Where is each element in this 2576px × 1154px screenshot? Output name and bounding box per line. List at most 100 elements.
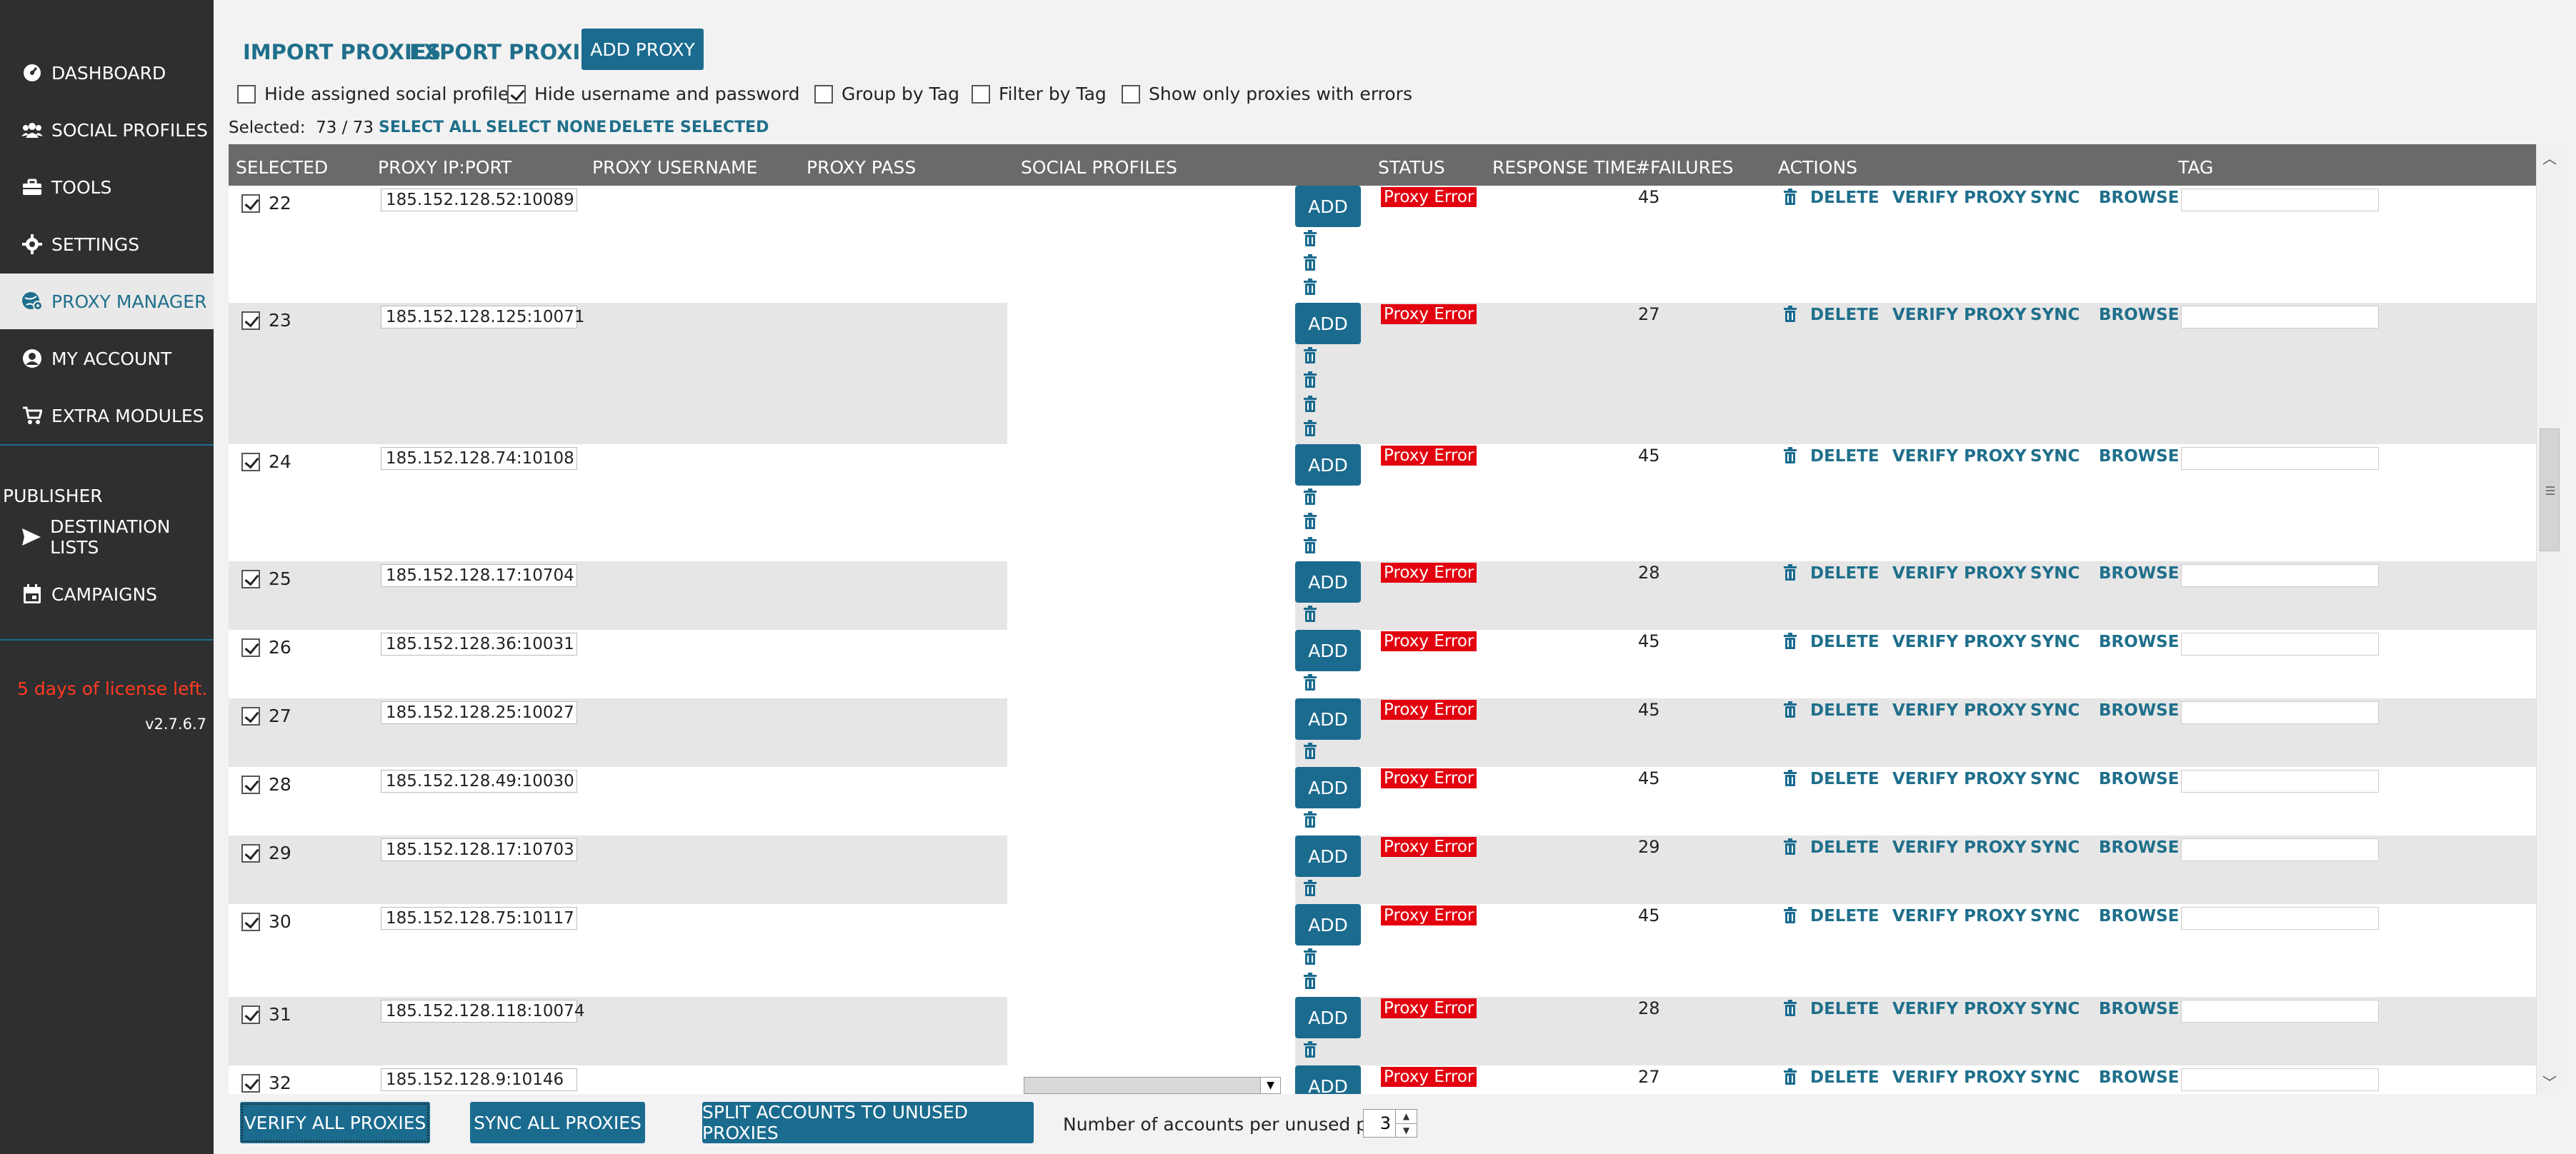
sync-proxy-button[interactable]: SYNC xyxy=(2030,306,2080,324)
trash-icon[interactable] xyxy=(1782,633,1799,653)
trash-icon[interactable] xyxy=(1782,447,1799,467)
remove-profile-icon[interactable] xyxy=(1302,1041,1319,1060)
tag-input[interactable] xyxy=(2181,306,2379,328)
filter-by-tag-checkbox[interactable] xyxy=(972,84,990,104)
social-profile-dropdown[interactable]: ▼ xyxy=(1024,1077,1281,1094)
export-proxies-button[interactable]: EXPORT PROXIES xyxy=(409,40,609,64)
verify-proxy-button[interactable]: VERIFY PROXY xyxy=(1892,633,2027,651)
browse-proxy-button[interactable]: BROWSE xyxy=(2099,189,2179,207)
proxy-ip-port-field[interactable]: 185.152.128.25:10027 xyxy=(381,701,577,724)
delete-proxy-button[interactable]: DELETE xyxy=(1810,1068,1879,1087)
delete-proxy-button[interactable]: DELETE xyxy=(1810,564,1879,583)
add-social-profile-button[interactable]: ADD xyxy=(1295,997,1361,1038)
col-selected[interactable]: SELECTED xyxy=(236,157,328,178)
col-tag[interactable]: TAG xyxy=(2178,157,2213,178)
sync-proxy-button[interactable]: SYNC xyxy=(2030,770,2080,788)
tag-input[interactable] xyxy=(2181,633,2379,656)
verify-proxy-button[interactable]: VERIFY PROXY xyxy=(1892,770,2027,788)
remove-profile-icon[interactable] xyxy=(1302,811,1319,830)
remove-profile-icon[interactable] xyxy=(1302,396,1319,414)
browse-proxy-button[interactable]: BROWSE xyxy=(2099,564,2179,583)
sync-all-proxies-button[interactable]: SYNC ALL PROXIES xyxy=(470,1102,645,1143)
trash-icon[interactable] xyxy=(1782,701,1799,721)
add-social-profile-button[interactable]: ADD xyxy=(1295,444,1361,486)
sync-proxy-button[interactable]: SYNC xyxy=(2030,189,2080,207)
remove-profile-icon[interactable] xyxy=(1302,230,1319,249)
add-social-profile-button[interactable]: ADD xyxy=(1295,1065,1361,1094)
col-actions[interactable]: ACTIONS xyxy=(1778,157,1857,178)
tag-input[interactable] xyxy=(2181,907,2379,930)
row-select-checkbox[interactable] xyxy=(241,1073,260,1093)
scroll-up-icon[interactable]: ︿ xyxy=(2537,144,2562,170)
delete-proxy-button[interactable]: DELETE xyxy=(1810,701,1879,720)
tag-input[interactable] xyxy=(2181,1068,2379,1091)
sync-proxy-button[interactable]: SYNC xyxy=(2030,1068,2080,1087)
col-response-time[interactable]: RESPONSE TIME xyxy=(1492,157,1637,178)
hide-credentials-checkbox[interactable] xyxy=(507,84,526,104)
sync-proxy-button[interactable]: SYNC xyxy=(2030,701,2080,720)
proxy-ip-port-field[interactable]: 185.152.128.17:10704 xyxy=(381,564,577,587)
delete-proxy-button[interactable]: DELETE xyxy=(1810,770,1879,788)
verify-proxy-button[interactable]: VERIFY PROXY xyxy=(1892,564,2027,583)
hide-assigned-checkbox[interactable] xyxy=(237,84,256,104)
row-select-checkbox[interactable] xyxy=(241,775,260,794)
delete-proxy-button[interactable]: DELETE xyxy=(1810,447,1879,466)
row-select-checkbox[interactable] xyxy=(241,912,260,931)
proxy-ip-port-field[interactable]: 185.152.128.52:10089 xyxy=(381,189,577,211)
tag-input[interactable] xyxy=(2181,701,2379,724)
row-select-checkbox[interactable] xyxy=(241,706,260,726)
remove-profile-icon[interactable] xyxy=(1302,488,1319,507)
verify-all-proxies-button[interactable]: VERIFY ALL PROXIES xyxy=(240,1102,430,1143)
delete-selected-button[interactable]: DELETE SELECTED xyxy=(609,119,769,136)
remove-profile-icon[interactable] xyxy=(1302,948,1319,967)
col-ip-port[interactable]: PROXY IP:PORT xyxy=(378,157,511,178)
trash-icon[interactable] xyxy=(1782,306,1799,326)
add-social-profile-button[interactable]: ADD xyxy=(1295,698,1361,740)
trash-icon[interactable] xyxy=(1782,770,1799,790)
proxy-ip-port-field[interactable]: 185.152.128.17:10703 xyxy=(381,838,577,861)
sidebar-item-extra-modules[interactable]: EXTRA MODULES xyxy=(0,388,214,443)
browse-proxy-button[interactable]: BROWSE xyxy=(2099,1000,2179,1018)
browse-proxy-button[interactable]: BROWSE xyxy=(2099,447,2179,466)
trash-icon[interactable] xyxy=(1782,907,1799,927)
sync-proxy-button[interactable]: SYNC xyxy=(2030,907,2080,925)
tag-input[interactable] xyxy=(2181,838,2379,861)
sync-proxy-button[interactable]: SYNC xyxy=(2030,838,2080,857)
chevron-down-icon[interactable]: ▼ xyxy=(1260,1078,1280,1093)
row-select-checkbox[interactable] xyxy=(241,638,260,657)
verify-proxy-button[interactable]: VERIFY PROXY xyxy=(1892,189,2027,207)
tag-input[interactable] xyxy=(2181,1000,2379,1023)
browse-proxy-button[interactable]: BROWSE xyxy=(2099,770,2179,788)
verify-proxy-button[interactable]: VERIFY PROXY xyxy=(1892,907,2027,925)
row-select[interactable]: 24 xyxy=(241,451,291,472)
verify-proxy-button[interactable]: VERIFY PROXY xyxy=(1892,447,2027,466)
tag-input[interactable] xyxy=(2181,189,2379,211)
remove-profile-icon[interactable] xyxy=(1302,254,1319,273)
accounts-per-proxy-stepper[interactable]: 3 ▲ ▼ xyxy=(1363,1109,1417,1138)
add-social-profile-button[interactable]: ADD xyxy=(1295,186,1361,227)
remove-profile-icon[interactable] xyxy=(1302,420,1319,438)
row-select-checkbox[interactable] xyxy=(241,194,260,213)
trash-icon[interactable] xyxy=(1782,1000,1799,1020)
remove-profile-icon[interactable] xyxy=(1302,537,1319,556)
trash-icon[interactable] xyxy=(1782,564,1799,584)
browse-proxy-button[interactable]: BROWSE xyxy=(2099,701,2179,720)
row-select-checkbox[interactable] xyxy=(241,311,260,330)
sidebar-item-settings[interactable]: SETTINGS xyxy=(0,216,214,272)
only-errors-filter[interactable]: Show only proxies with errors xyxy=(1122,84,1412,104)
col-social-profiles[interactable]: SOCIAL PROFILES xyxy=(1021,157,1177,178)
sidebar-item-proxy-manager[interactable]: PROXY MANAGER xyxy=(0,274,214,329)
row-select[interactable]: 27 xyxy=(241,706,291,726)
tag-input[interactable] xyxy=(2181,564,2379,587)
trash-icon[interactable] xyxy=(1782,838,1799,858)
proxy-ip-port-field[interactable]: 185.152.128.75:10117 xyxy=(381,907,577,930)
delete-proxy-button[interactable]: DELETE xyxy=(1810,1000,1879,1018)
verify-proxy-button[interactable]: VERIFY PROXY xyxy=(1892,306,2027,324)
verify-proxy-button[interactable]: VERIFY PROXY xyxy=(1892,1000,2027,1018)
col-failures[interactable]: #FAILURES xyxy=(1635,157,1734,178)
proxy-ip-port-field[interactable]: 185.152.128.36:10031 xyxy=(381,633,577,656)
delete-proxy-button[interactable]: DELETE xyxy=(1810,907,1879,925)
hide-credentials-filter[interactable]: Hide username and password xyxy=(507,84,800,104)
row-select[interactable]: 32 xyxy=(241,1073,291,1093)
add-social-profile-button[interactable]: ADD xyxy=(1295,561,1361,603)
